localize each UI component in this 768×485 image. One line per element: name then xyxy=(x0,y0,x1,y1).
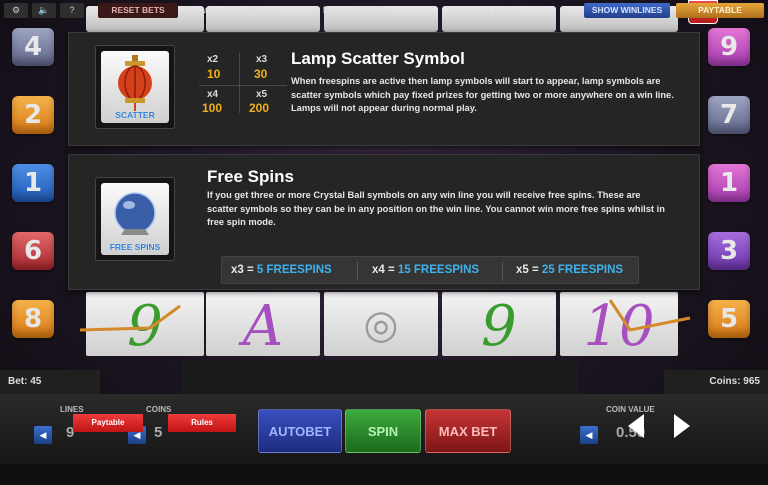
freespins-award: x3 = 5 FREESPINS xyxy=(231,264,332,276)
sound-icon[interactable]: 🔈 xyxy=(32,3,56,18)
paytable-button[interactable]: PAYTABLE xyxy=(676,3,764,18)
line-marker-right[interactable]: 7 xyxy=(708,96,750,134)
freespins-description: If you get three or more Crystal Ball sy… xyxy=(207,190,665,227)
winline-decor xyxy=(79,299,691,332)
status-bar xyxy=(0,464,768,485)
freespins-title: Free Spins xyxy=(207,167,294,186)
scatter-description: When freespins are active then lamp symb… xyxy=(291,76,674,113)
award-key: x3 = xyxy=(231,264,257,276)
award-key: x4 = xyxy=(372,264,398,276)
paytable-divider-v xyxy=(239,53,240,113)
info-center xyxy=(182,360,578,394)
settings-icon[interactable]: ⚙ xyxy=(4,3,28,18)
line-marker-left[interactable]: 1 xyxy=(12,164,54,202)
lantern-icon xyxy=(118,55,152,111)
line-marker-left[interactable]: 4 xyxy=(12,28,54,66)
paytable-value: 200 xyxy=(249,101,270,115)
coins-label: COINS xyxy=(146,405,172,414)
freespins-awards: x3 = 5 FREESPINS x4 = 15 FREESPINS x5 = … xyxy=(221,256,639,284)
rules-tooltip[interactable]: Rules xyxy=(168,414,236,432)
coins-value: 5 xyxy=(154,424,163,441)
award-value: 25 FREESPINS xyxy=(541,264,624,276)
prev-page-arrow[interactable] xyxy=(628,414,644,438)
line-marker-right[interactable]: 3 xyxy=(708,232,750,270)
award-divider xyxy=(357,261,358,281)
line-marker-left[interactable]: 6 xyxy=(12,232,54,270)
paytable-divider-h xyxy=(199,85,287,86)
show-winlines-button[interactable]: SHOW WINLINES xyxy=(584,3,670,18)
bet-display: Bet: FUN 22.50 xyxy=(323,5,387,15)
award-value: 15 FREESPINS xyxy=(397,264,480,276)
win-display: Win: FUN 10.00 xyxy=(450,5,516,15)
paytable-mult: x4 xyxy=(207,89,219,100)
freespins-caption: FREE SPINS xyxy=(109,242,161,252)
line-marker-left[interactable]: 2 xyxy=(12,96,54,134)
paytable-mult: x2 xyxy=(207,54,219,65)
line-marker-right[interactable]: 5 xyxy=(708,300,750,338)
scatter-title: Lamp Scatter Symbol xyxy=(291,49,465,68)
award-divider xyxy=(502,261,503,281)
scatter-icon-frame: SCATTER xyxy=(95,45,175,129)
scatter-panel: SCATTER x2 10 x3 30 x4 100 x5 200 Lamp S… xyxy=(68,32,700,146)
freespins-award: x4 = 15 FREESPINS xyxy=(372,264,479,276)
paytable-mult: x3 xyxy=(256,54,268,65)
spin-button[interactable]: SPIN xyxy=(345,409,421,453)
max-bet-button[interactable]: MAX BET xyxy=(425,409,511,453)
paytable-tooltip[interactable]: Paytable xyxy=(73,414,143,432)
award-value: 5 FREESPINS xyxy=(256,264,332,276)
paytable-value: 30 xyxy=(254,67,268,81)
coin-value-decrease-button[interactable]: ◀ xyxy=(580,426,598,444)
line-marker-right[interactable]: 1 xyxy=(708,164,750,202)
award-key: x5 = xyxy=(516,264,542,276)
line-marker-left[interactable]: 8 xyxy=(12,300,54,338)
lines-label: LINES xyxy=(60,405,84,414)
scatter-symbol: SCATTER xyxy=(101,51,169,123)
crystal-ball-icon xyxy=(114,192,156,235)
paytable-mult: x5 xyxy=(256,89,268,100)
bet-info: Bet: 45 xyxy=(0,370,100,394)
coin-value-label: COIN VALUE xyxy=(606,405,655,414)
paytable-value: 10 xyxy=(207,67,221,81)
line-marker-right[interactable]: 9 xyxy=(708,28,750,66)
freespins-icon-frame: FREE SPINS xyxy=(95,177,175,261)
next-page-arrow[interactable] xyxy=(674,414,690,438)
help-icon[interactable]: ? xyxy=(60,3,84,18)
freespins-award: x5 = 25 FREESPINS xyxy=(516,264,623,276)
coins-info: Coins: 965 xyxy=(664,370,768,394)
scatter-caption: SCATTER xyxy=(115,110,155,120)
balance-display: Balance: FUN 482.50 xyxy=(186,5,275,15)
freespins-symbol: FREE SPINS xyxy=(101,183,169,255)
reset-bets-button[interactable]: RESET BETS xyxy=(98,3,178,18)
paytable-value: 100 xyxy=(202,101,223,115)
lines-decrease-button[interactable]: ◀ xyxy=(34,426,52,444)
autobet-button[interactable]: AUTOBET xyxy=(258,409,342,453)
